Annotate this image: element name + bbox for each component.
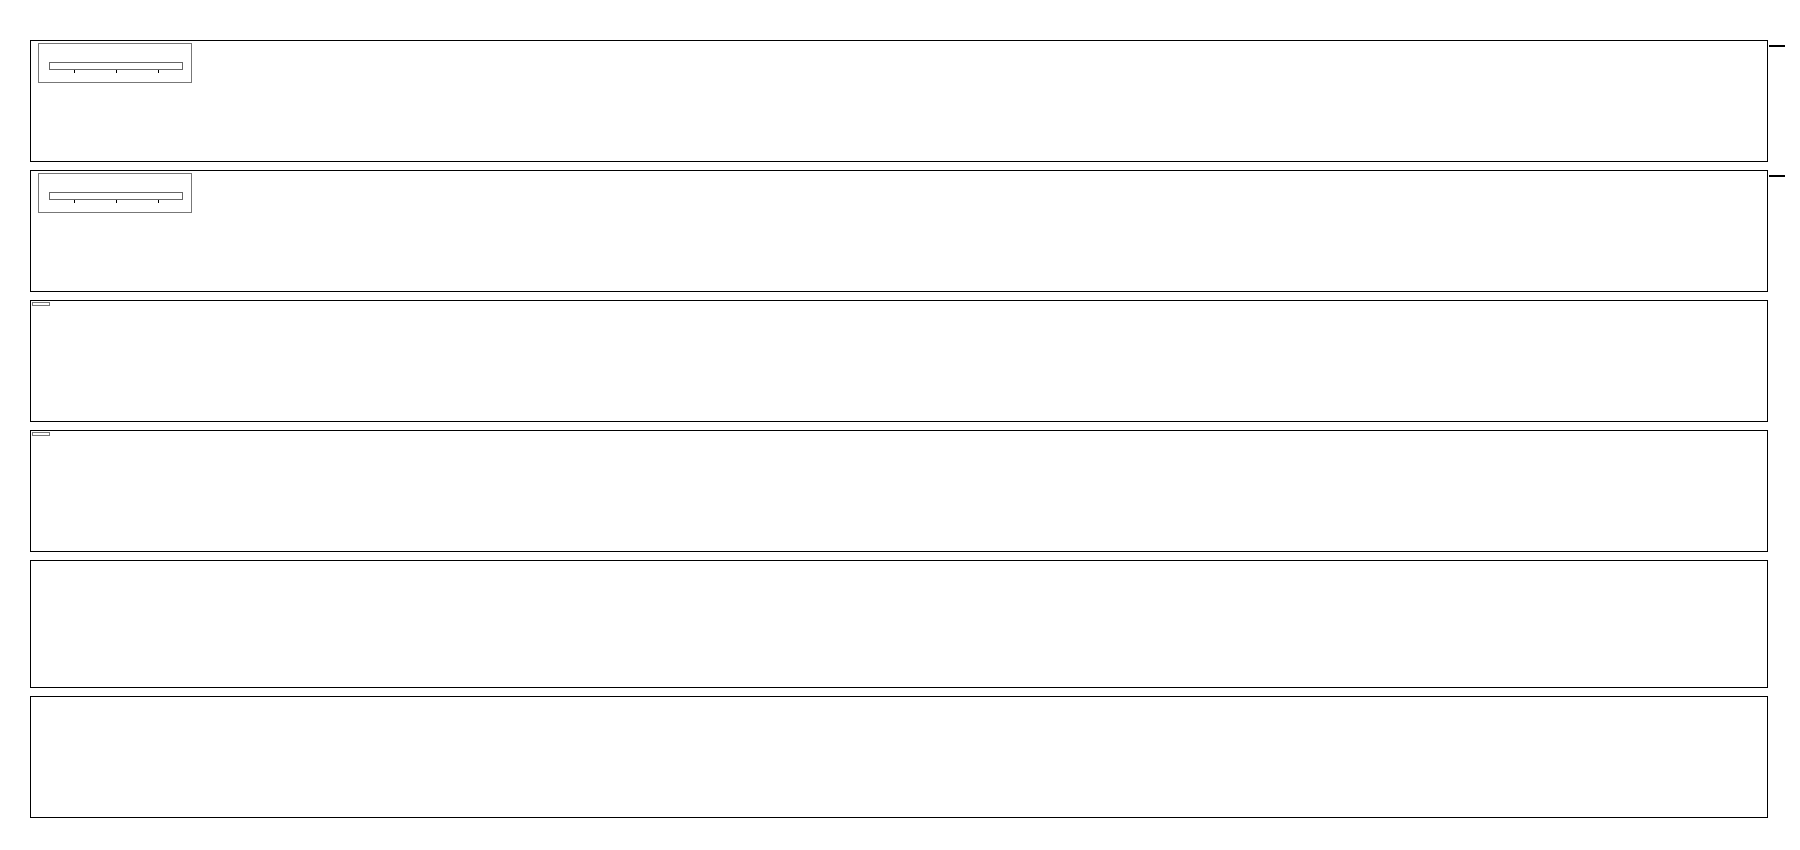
std-absi-heatmap (31, 431, 1767, 551)
std-absi-label (32, 432, 50, 436)
v-colorbar-tick (116, 200, 117, 203)
panel-u-velocity (30, 40, 1768, 162)
figure-root (0, 0, 1800, 850)
v-colorbar (49, 192, 183, 212)
mean-absi-label (32, 302, 50, 306)
u-colorbar (49, 62, 183, 82)
depth-variation-plot (31, 561, 1767, 687)
v-colorbar-gradient (49, 192, 183, 200)
u-colorbar-gradient (49, 62, 183, 70)
u-colorbar-tick (158, 70, 159, 73)
v-colorbar-tick (158, 200, 159, 203)
temperature-plot (31, 697, 1767, 817)
panel-std-absi (30, 430, 1768, 552)
u-colorbar-tick (116, 70, 117, 73)
right-marker-dash-v (1769, 175, 1785, 177)
right-marker-dash-u (1769, 45, 1785, 47)
v-velocity-heatmap (31, 171, 1767, 291)
u-velocity-heatmap (31, 41, 1767, 161)
u-colorbar-legend (38, 43, 192, 83)
panel-v-velocity (30, 170, 1768, 292)
panel-temperature (30, 696, 1768, 818)
v-colorbar-legend (38, 173, 192, 213)
panel-depth-variation (30, 560, 1768, 688)
v-colorbar-tick (74, 200, 75, 203)
mean-absi-heatmap (31, 301, 1767, 421)
u-colorbar-tick (74, 70, 75, 73)
panel-mean-absi (30, 300, 1768, 422)
